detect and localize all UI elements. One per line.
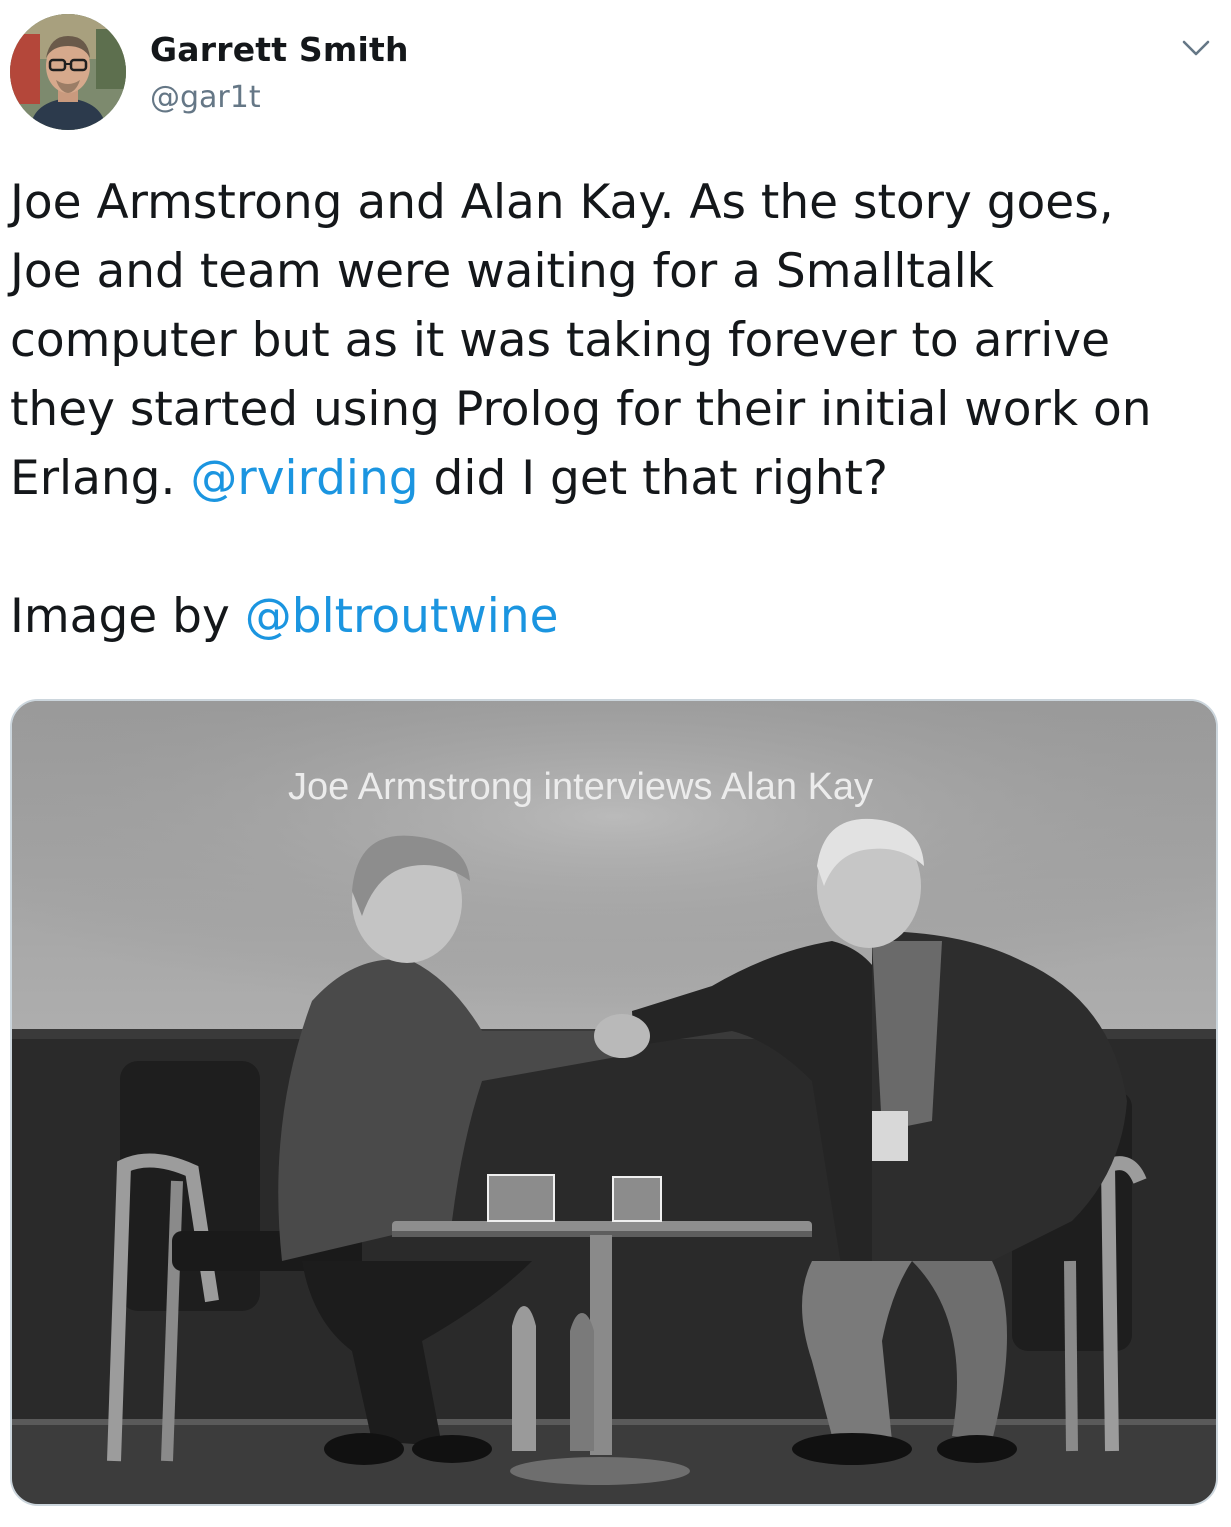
mention-link-bltroutwine[interactable]: @bltroutwine xyxy=(245,589,559,644)
banner-text: Joe Armstrong interviews Alan Kay xyxy=(288,766,873,808)
avatar[interactable] xyxy=(10,14,126,130)
tweet-photo[interactable]: Joe Armstrong interviews Alan Kay xyxy=(10,699,1218,1506)
mention-link-rvirding[interactable]: @rvirding xyxy=(190,451,418,506)
avatar-photo xyxy=(10,14,126,130)
tweet-line: computer but as it was taking forever to… xyxy=(10,313,1111,368)
credit-prefix: Image by xyxy=(10,589,245,644)
tweet-text: Joe Armstrong and Alan Kay. As the story… xyxy=(10,168,1225,651)
image-credit-line: Image by @bltroutwine xyxy=(10,582,1225,651)
tweet-line: they started using Prolog for their init… xyxy=(10,382,1152,437)
tweet-text-segment: did I get that right? xyxy=(418,451,888,506)
tweet-text-segment: Erlang. xyxy=(10,451,191,506)
stage-photo: Joe Armstrong interviews Alan Kay xyxy=(12,701,1216,1504)
chevron-down-icon[interactable] xyxy=(1178,30,1214,66)
author-name[interactable]: Garrett Smith xyxy=(150,30,409,69)
author-handle[interactable]: @gar1t xyxy=(150,80,261,115)
tweet-line: Erlang. @rvirding did I get that right? xyxy=(10,444,1225,513)
tweet-line: Joe and team were waiting for a Smalltal… xyxy=(10,244,994,299)
tweet-line: Joe Armstrong and Alan Kay. As the story… xyxy=(10,175,1114,230)
tweet-card: Garrett Smith @gar1t Joe Armstrong and A… xyxy=(0,0,1231,1527)
